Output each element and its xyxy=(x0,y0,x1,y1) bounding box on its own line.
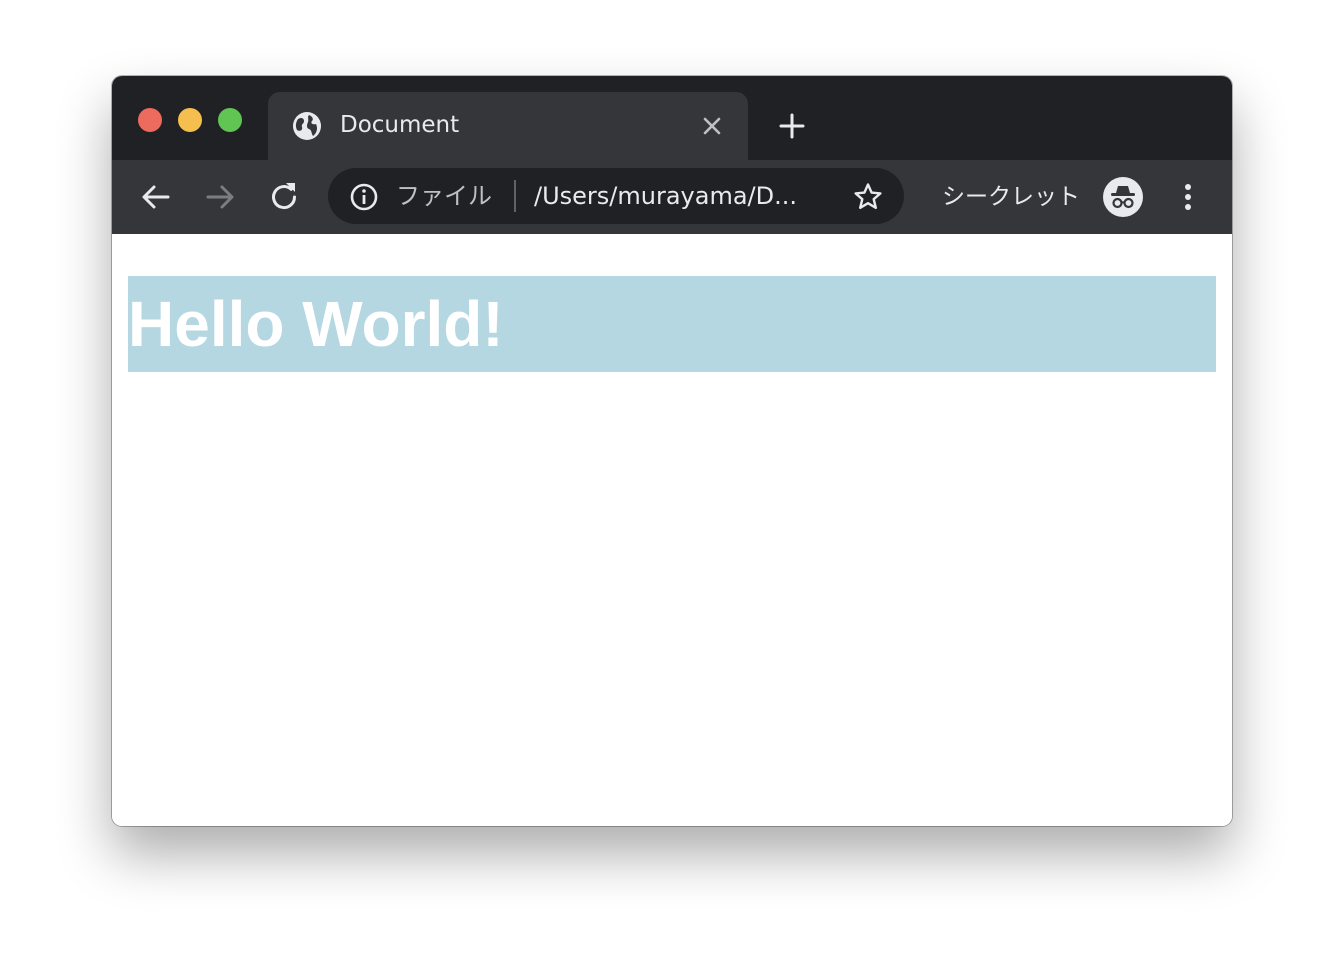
star-icon[interactable] xyxy=(852,181,884,213)
menu-kebab-icon[interactable] xyxy=(1176,179,1200,215)
window-minimize-button[interactable] xyxy=(178,108,202,132)
page-heading: Hello World! xyxy=(128,276,1216,372)
reload-icon xyxy=(272,183,297,210)
tab-strip: Document xyxy=(112,76,1232,160)
window-close-button[interactable] xyxy=(138,108,162,132)
reload-button[interactable] xyxy=(266,179,302,215)
new-tab-button[interactable] xyxy=(776,110,808,142)
window-maximize-button[interactable] xyxy=(218,108,242,132)
globe-icon xyxy=(292,111,322,141)
arrow-right-icon xyxy=(206,185,234,209)
forward-button[interactable] xyxy=(202,179,238,215)
info-icon[interactable] xyxy=(348,181,380,213)
tab-title: Document xyxy=(340,112,460,138)
scheme-label: ファイル xyxy=(396,182,492,210)
tab-close-icon[interactable] xyxy=(700,114,724,138)
incognito-label[interactable]: シークレット xyxy=(942,180,1080,214)
page-content: Hello World! xyxy=(112,234,1232,826)
browser-toolbar: ファイル /Users/murayama/D... シークレット xyxy=(112,160,1232,234)
tab-document[interactable]: Document xyxy=(268,92,748,160)
browser-window: Document ファイル /Users/murayama/D... シークレッ… xyxy=(112,76,1232,826)
address-bar[interactable]: ファイル /Users/murayama/D... xyxy=(328,168,904,224)
omnibox-divider xyxy=(514,180,516,212)
url-text[interactable]: /Users/murayama/D... xyxy=(534,179,834,213)
incognito-icon[interactable] xyxy=(1102,176,1144,218)
arrow-left-icon xyxy=(142,185,170,209)
back-button[interactable] xyxy=(138,179,174,215)
